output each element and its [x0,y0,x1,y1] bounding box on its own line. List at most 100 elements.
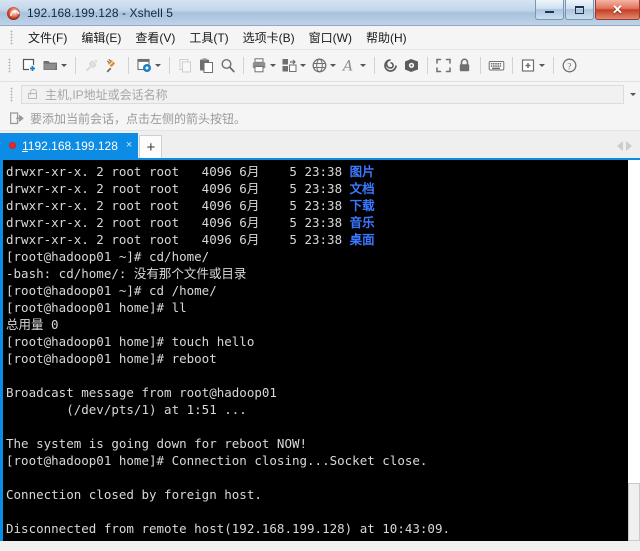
chevron-down-icon[interactable] [360,64,366,67]
toolbar-separator [128,57,129,74]
transfer-button[interactable] [401,54,422,78]
encoding-button[interactable] [309,54,339,78]
terminal-text: 总用量 0 [6,317,59,332]
tab-bar: 1192.168.199.128 × + [0,131,640,158]
terminal-text: The system is going down for reboot NOW! [6,436,308,451]
font-icon: A [341,57,358,75]
terminal-text: [root@hadoop01 home]# reboot [6,351,217,366]
chevron-down-icon[interactable] [330,64,336,67]
maximize-button[interactable] [565,0,594,20]
menu-file[interactable]: 文件(F) [21,26,74,49]
open-session-button[interactable] [40,54,70,78]
disconnect-icon [83,57,100,74]
window-controls: ✕ [534,0,640,21]
terminal-line: Disconnected from remote host(192.168.19… [6,520,627,537]
terminal-active-indicator [0,160,3,541]
find-icon [219,57,236,74]
properties-button[interactable] [134,54,164,78]
disconnect-button[interactable] [81,54,102,78]
tab-scroll-controls [617,133,640,158]
session-hint-bar: 要添加当前会话，点击左侧的箭头按钮。 [0,106,640,131]
terminal-line: Broadcast message from root@hadoop01 [6,384,627,401]
tab-title: 192.168.199.128 [27,138,118,153]
terminal-line: drwxr-xr-x. 2 root root 4096 6月 5 23:38 … [6,197,627,214]
menu-view[interactable]: 查看(V) [128,26,182,49]
toolbar-separator [75,57,76,74]
tab-label: 1192.168.199.128 [22,139,118,153]
terminal-text: [root@hadoop01 ~]# cd/home/ [6,249,210,264]
layout-button[interactable] [279,54,309,78]
print-button[interactable] [249,54,279,78]
close-icon: ✕ [612,2,623,17]
menu-tabs[interactable]: 选项卡(B) [236,26,302,49]
add-note-button[interactable] [518,54,548,78]
address-input-placeholder: 主机,IP地址或会话名称 [45,87,168,102]
terminal-text: drwxr-xr-x. 2 root root 4096 6月 5 23:38 [6,215,350,230]
toolbar-separator [243,57,244,74]
add-session-arrow-icon[interactable] [9,111,24,125]
paste-button[interactable] [196,54,217,78]
terminal-text: Disconnected from remote host(192.168.19… [6,521,451,536]
menu-help[interactable]: 帮助(H) [359,26,414,49]
terminal-text: drwxr-xr-x. 2 root root 4096 6月 5 23:38 [6,164,350,179]
address-bar-grip[interactable] [10,86,13,102]
tab-192-168-199-128[interactable]: 1192.168.199.128 × [0,133,139,158]
toolbar-separator [427,57,428,74]
chevron-down-icon[interactable] [61,64,67,67]
chevron-down-icon[interactable] [155,64,161,67]
terminal-directory-name: 下载 [349,198,375,213]
address-dropdown-button[interactable] [626,92,640,96]
copy-button[interactable] [175,54,196,78]
menu-edit[interactable]: 编辑(E) [74,26,128,49]
lock-button[interactable] [454,54,475,78]
toolbar-separator [512,57,513,74]
terminal-text: Connection closed by foreign host. [6,487,262,502]
chevron-right-icon[interactable] [626,140,632,151]
session-hint-text: 要添加当前会话，点击左侧的箭头按钮。 [30,111,247,126]
xshell-logo-icon [6,5,22,21]
terminal-output[interactable]: drwxr-xr-x. 2 root root 4096 6月 5 23:38 … [6,160,627,541]
help-button[interactable]: ? [559,54,580,78]
terminal-line: drwxr-xr-x. 2 root root 4096 6月 5 23:38 … [6,231,627,248]
properties-gear-icon [136,57,153,74]
xftp-button[interactable] [380,54,401,78]
menu-bar: 文件(F) 编辑(E) 查看(V) 工具(T) 选项卡(B) 窗口(W) 帮助(… [0,26,640,50]
minimize-icon [545,11,554,13]
address-bar: 主机,IP地址或会话名称 [0,82,640,106]
close-button[interactable]: ✕ [595,0,640,20]
terminal-text: [root@hadoop01 home]# touch hello [6,334,255,349]
terminal-line: [root@hadoop01 home]# reboot [6,350,627,367]
terminal-line: drwxr-xr-x. 2 root root 4096 6月 5 23:38 … [6,214,627,231]
new-session-button[interactable] [19,54,40,78]
font-button[interactable]: A [339,54,369,78]
toolbar-grip[interactable] [8,58,11,73]
terminal-scrollbar-track[interactable] [627,160,640,541]
find-button[interactable] [217,54,238,78]
globe-icon [311,57,328,74]
terminal-line: [root@hadoop01 ~]# cd /home/ [6,282,627,299]
menu-grip[interactable] [10,30,13,45]
address-input-wrapper[interactable]: 主机,IP地址或会话名称 [21,84,624,104]
menu-window[interactable]: 窗口(W) [302,26,359,49]
chevron-down-icon[interactable] [539,64,545,67]
terminal-line: -bash: cd/home/: 没有那个文件或目录 [6,265,627,282]
tab-close-icon[interactable]: × [126,140,132,151]
terminal-line: [root@hadoop01 home]# Connection closing… [6,452,627,469]
terminal-line: drwxr-xr-x. 2 root root 4096 6月 5 23:38 … [6,180,627,197]
terminal-text: drwxr-xr-x. 2 root root 4096 6月 5 23:38 [6,181,350,196]
keyboard-button[interactable] [486,54,507,78]
chevron-down-icon[interactable] [270,64,276,67]
minimize-button[interactable] [535,0,564,20]
connect-button[interactable] [102,54,123,78]
chevron-down-icon[interactable] [300,64,306,67]
terminal-line: drwxr-xr-x. 2 root root 4096 6月 5 23:38 … [6,163,627,180]
lock-icon [456,57,473,74]
terminal-scrollbar-thumb[interactable] [628,483,640,541]
xshell-window: 192.168.199.128 - Xshell 5 ✕ 文件(F) 编辑(E)… [0,0,640,551]
fullscreen-button[interactable] [433,54,454,78]
chevron-left-icon[interactable] [617,140,623,151]
new-tab-button[interactable]: + [139,135,163,158]
menu-tools[interactable]: 工具(T) [182,26,235,49]
